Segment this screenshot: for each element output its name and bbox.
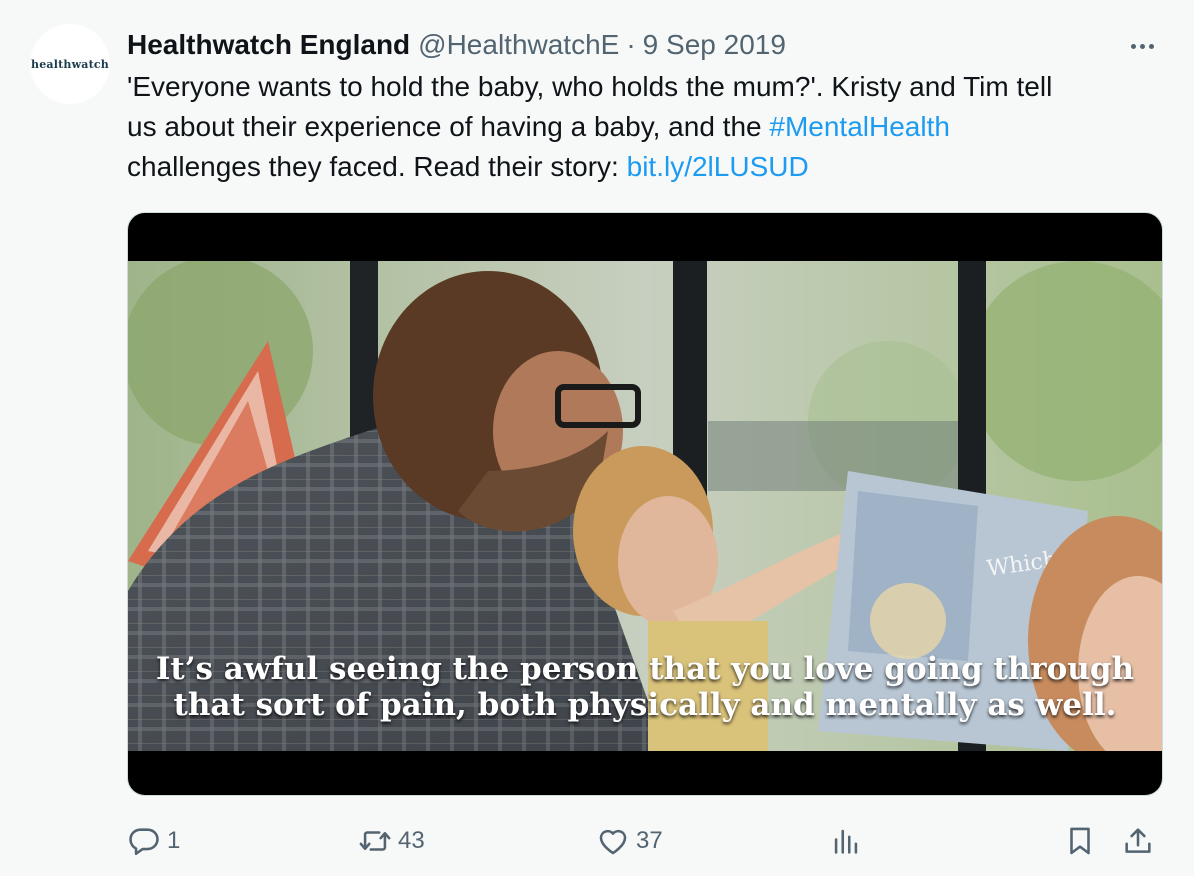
more-dot — [1130, 43, 1136, 49]
video-player[interactable]: Which It’s awful seeing the person that … — [127, 212, 1163, 796]
like-icon — [599, 829, 627, 855]
bookmark-button[interactable] — [1063, 824, 1097, 858]
avatar-logo-text: healthwatch — [31, 57, 109, 71]
tweet-text-line: us about their experience of having a ba… — [127, 107, 1167, 147]
tweet-text-line: challenges they faced. Read their story:… — [127, 147, 1167, 187]
share-icon — [1125, 828, 1151, 853]
views-button[interactable] — [829, 824, 863, 858]
reply-button[interactable]: 1 — [127, 824, 180, 858]
tweet[interactable]: healthwatch Healthwatch England @Healthw… — [0, 0, 1194, 876]
author-name[interactable]: Healthwatch England — [127, 29, 410, 61]
retweet-button[interactable]: 43 — [358, 824, 425, 858]
tweet-text-line: 'Everyone wants to hold the baby, who ho… — [127, 71, 1053, 102]
hashtag-link[interactable]: #MentalHealth — [769, 111, 950, 142]
more-dot — [1148, 43, 1154, 49]
like-count: 37 — [636, 827, 663, 854]
avatar[interactable]: healthwatch — [30, 24, 110, 104]
caption-line: that sort of pain, both physically and m… — [173, 687, 1117, 723]
more-dot — [1139, 43, 1145, 49]
tweet-text-segment: us about their experience of having a ba… — [127, 111, 770, 142]
retweet-count: 43 — [398, 827, 425, 854]
reply-count: 1 — [167, 827, 181, 854]
story-link[interactable]: bit.ly/2lLUSUD — [627, 151, 809, 182]
like-button[interactable]: 37 — [596, 824, 663, 858]
separator-dot: · — [626, 29, 636, 60]
reply-icon — [129, 828, 159, 856]
tweet-text: 'Everyone wants to hold the baby, who ho… — [127, 67, 1167, 187]
bookmark-icon — [1070, 827, 1090, 855]
retweet-icon — [359, 831, 391, 851]
share-button[interactable] — [1121, 824, 1155, 858]
tweet-date[interactable]: 9 Sep 2019 — [643, 29, 786, 61]
more-icon[interactable] — [1124, 28, 1160, 64]
author-handle[interactable]: @HealthwatchE — [418, 29, 619, 61]
tweet-header: Healthwatch England @HealthwatchE · 9 Se… — [127, 25, 786, 65]
caption-line: It’s awful seeing the person that you lo… — [155, 651, 1135, 687]
video-caption: It’s awful seeing the person that you lo… — [128, 651, 1162, 723]
tweet-text-segment: challenges they faced. Read their story: — [127, 151, 627, 182]
action-bar: 1 43 37 — [0, 816, 1194, 866]
views-icon — [834, 829, 858, 854]
